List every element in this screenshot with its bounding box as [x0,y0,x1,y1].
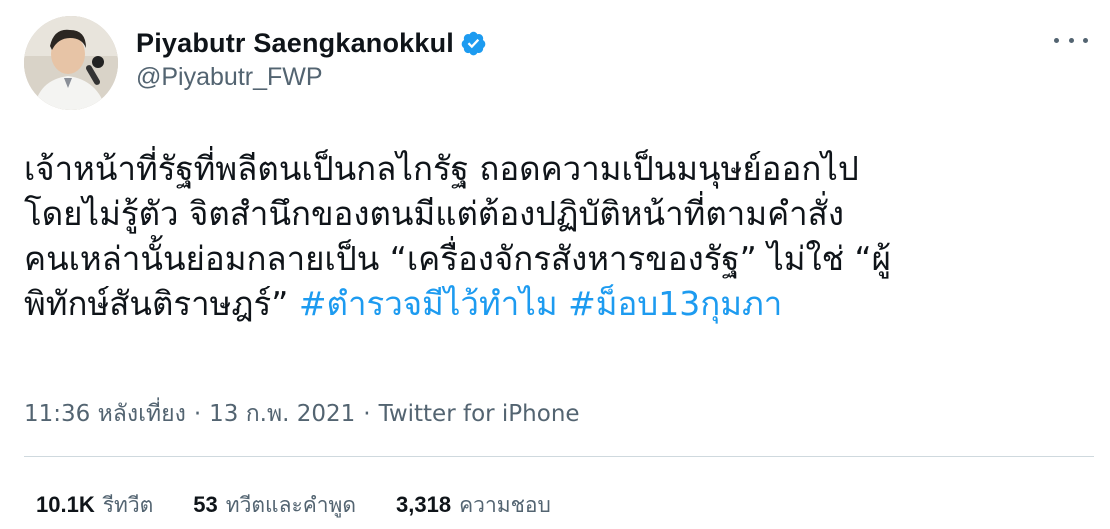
hashtag-link[interactable]: #ม็อบ13กุมภา [568,284,782,323]
avatar-image [24,16,118,110]
quotes-stat[interactable]: 53 ทวีตและคำพูด [193,489,356,522]
retweets-stat[interactable]: 10.1K รีทวีต [36,489,153,522]
tweet-text-line: คนเหล่านั้นย่อมกลายเป็น “เครื่องจักรสังห… [24,239,891,278]
tweet-date[interactable]: 13 ก.พ. 2021 [209,401,355,427]
tweet-source[interactable]: Twitter for iPhone [379,401,580,427]
tweet-text-line: เจ้าหน้าที่รัฐที่พลีตนเป็นกลไกรัฐ ถอดควา… [24,149,859,188]
tweet-meta: 11:36 หลังเที่ยง · 13 ก.พ. 2021 · Twitter fo… [24,396,580,432]
divider [24,456,1094,457]
tweet-text-line: พิทักษ์สันติราษฎร์” [24,284,289,323]
meta-separator: · [363,401,371,427]
tweet-text-line: โดยไม่รู้ตัว จิตสำนึกของตนมีแต่ต้องปฏิบั… [24,194,844,233]
verified-badge-icon [461,31,486,56]
profile-avatar[interactable] [24,16,118,110]
more-options-icon[interactable] [1054,30,1088,50]
like-count: 3,318 [396,492,452,517]
retweet-count: 10.1K [36,492,95,517]
author-info[interactable]: Piyabutr Saengkanokkul @Piyabutr_FWP [136,28,487,92]
tweet-time[interactable]: 11:36 หลังเที่ยง [24,401,186,427]
retweet-label: รีทวีต [102,493,154,517]
quote-count: 53 [193,492,218,517]
meta-separator: · [193,401,202,427]
like-label: ความชอบ [459,493,551,517]
engagement-stats: 10.1K รีทวีต 53 ทวีตและคำพูด 3,318 ความช… [36,489,591,522]
author-handle[interactable]: @Piyabutr_FWP [136,63,487,92]
tweet-header: Piyabutr Saengkanokkul @Piyabutr_FWP [24,16,1094,112]
quote-label: ทวีตและคำพูด [225,493,357,517]
tweet-text: เจ้าหน้าที่รัฐที่พลีตนเป็นกลไกรัฐ ถอดควา… [24,146,1094,326]
tweet-text-last-line: พิทักษ์สันติราษฎร์” #ตำรวจมีไว้ทำไม #ม็อ… [24,281,1094,326]
author-display-name[interactable]: Piyabutr Saengkanokkul [136,28,454,59]
hashtag-link[interactable]: #ตำรวจมีไว้ทำไม [299,284,558,323]
likes-stat[interactable]: 3,318 ความชอบ [396,489,551,522]
